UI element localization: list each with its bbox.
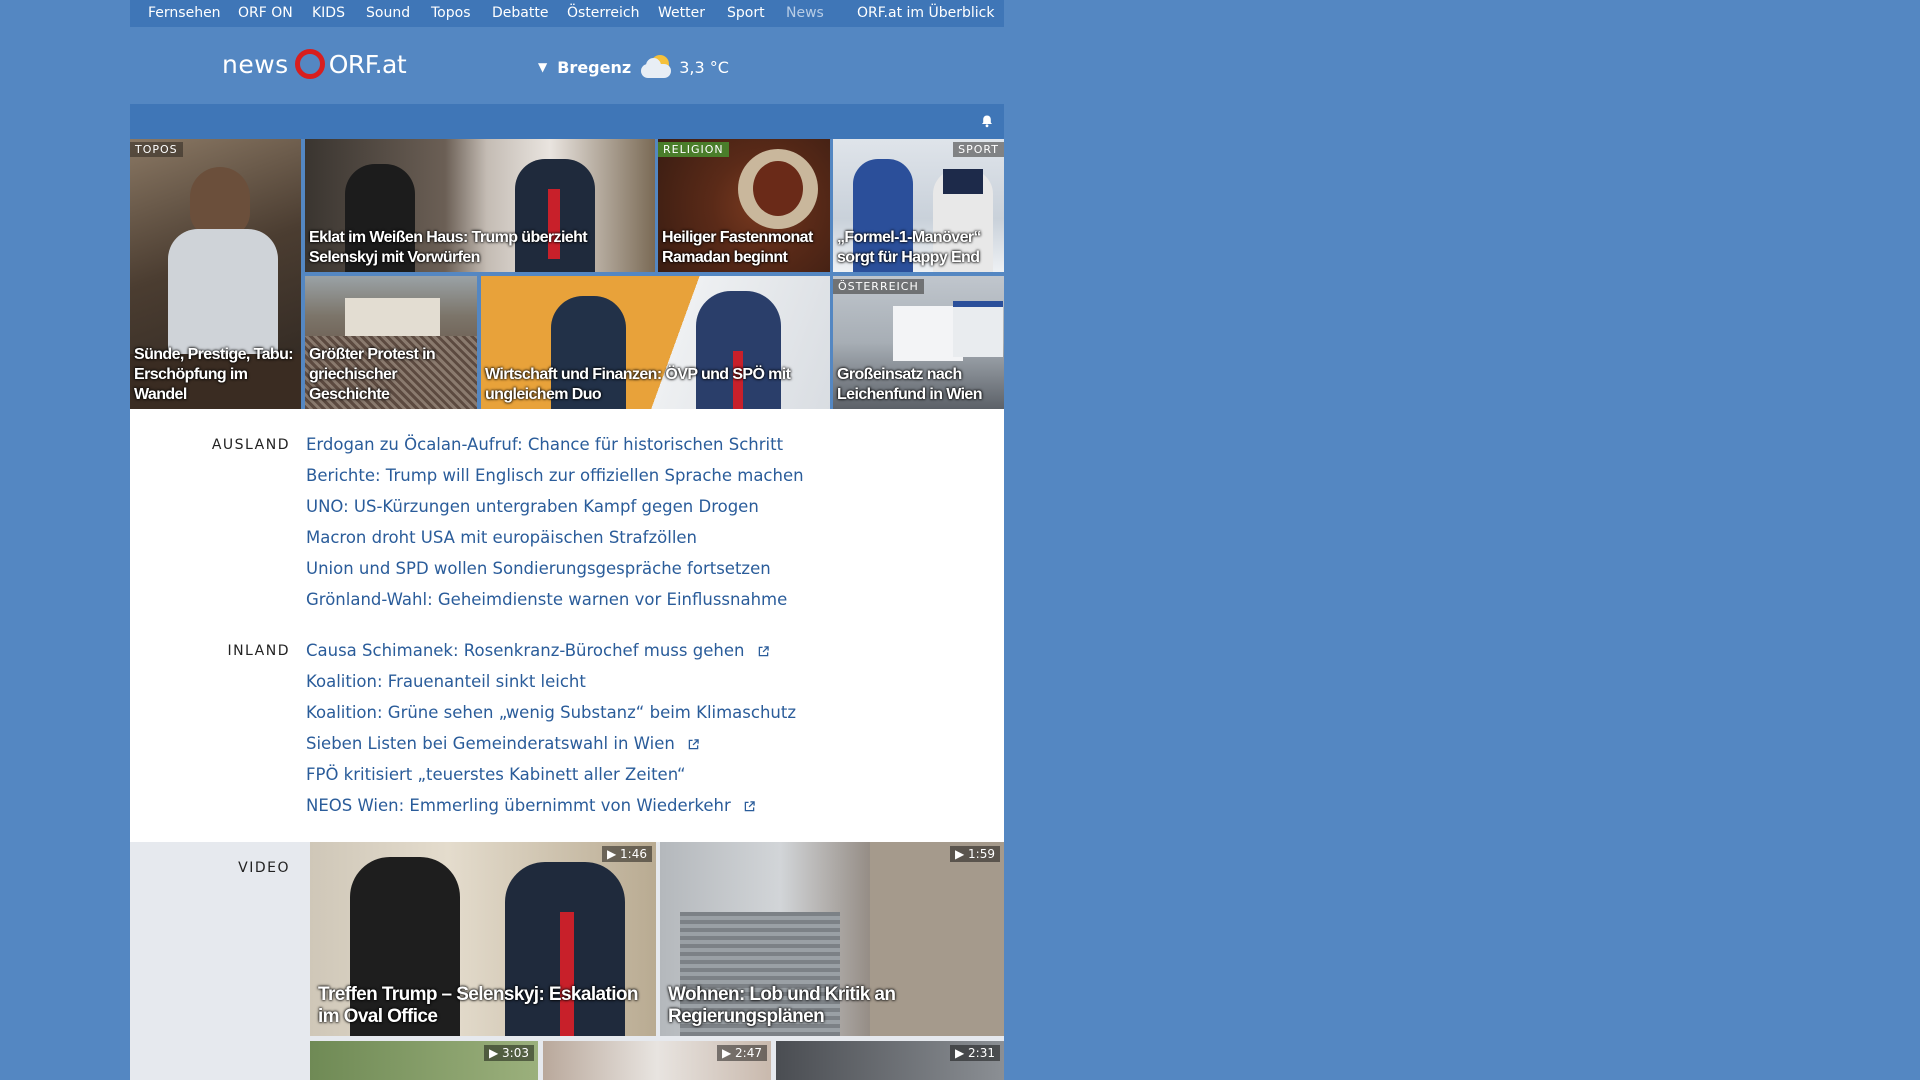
teaser-tag: ÖSTERREICH [833, 279, 924, 294]
headline-row: Causa Schimanek: Rosenkranz-Bürochef mus… [306, 641, 769, 660]
video-section: VIDEO ▶ 1:46 Treffen Trump – Selenskyj: … [130, 842, 1004, 1080]
logo-orf-text: ORF.at [328, 49, 407, 79]
teaser-weisses-haus[interactable]: Eklat im Weißen Haus: Trump überzieht Se… [305, 139, 655, 272]
headline-section: AUSLAND Erdogan zu Öcalan-Aufruf: Chance… [130, 409, 1004, 842]
headline-row: Sieben Listen bei Gemeinderatswahl in Wi… [306, 734, 699, 753]
video-thumbnail[interactable]: ▶ 2:31 [776, 1041, 1004, 1080]
video-duration: ▶ 3:03 [484, 1045, 534, 1061]
nav-sport[interactable]: Sport [727, 5, 765, 21]
video-thumbnail[interactable]: ▶ 2:47 [543, 1041, 771, 1080]
bell-icon[interactable] [980, 114, 994, 128]
nav-kids[interactable]: KIDS [312, 5, 345, 21]
video-duration: ▶ 1:59 [950, 846, 1000, 862]
section-label-inland: INLAND [227, 643, 290, 659]
external-link-icon [688, 739, 699, 750]
headline-row: NEOS Wien: Emmerling übernimmt von Wiede… [306, 796, 755, 815]
top-navigation: Fernsehen ORF ON KIDS Sound Topos Debatt… [130, 0, 1004, 27]
teaser-title: Eklat im Weißen Haus: Trump überzieht Se… [309, 229, 588, 266]
teaser-title: Großeinsatz nach Leichenfund in Wien [837, 366, 983, 403]
video-thumbnail[interactable]: ▶ 3:03 [310, 1041, 538, 1080]
headline-link[interactable]: Berichte: Trump will Englisch zur offizi… [306, 466, 804, 485]
teaser-tag: TOPOS [130, 142, 183, 157]
headline-link[interactable]: Sieben Listen bei Gemeinderatswahl in Wi… [306, 734, 675, 753]
dropdown-triangle-icon[interactable]: ▼ [538, 60, 547, 74]
nav-fernsehen[interactable]: Fernsehen [148, 5, 221, 21]
teaser-tag: RELIGION [658, 142, 729, 157]
video-title: Wohnen: Lob und Kritik an Regierungsplän… [668, 984, 896, 1027]
page: Fernsehen ORF ON KIDS Sound Topos Debatt… [130, 0, 1004, 1080]
teaser-title: Wirtschaft und Finanzen: ÖVP und SPÖ mit… [485, 366, 791, 403]
video-thumbnail[interactable]: ▶ 1:46 Treffen Trump – Selenskyj: Eskala… [310, 842, 656, 1036]
headline-link[interactable]: Causa Schimanek: Rosenkranz-Bürochef mus… [306, 641, 744, 660]
headline-link[interactable]: Macron droht USA mit europäischen Strafz… [306, 528, 697, 547]
weather-widget[interactable]: ▼ Bregenz 3,3 °C [538, 54, 729, 80]
headline-link[interactable]: Koalition: Grüne sehen „wenig Substanz“ … [306, 703, 796, 722]
site-header: news ORF.at ▼ Bregenz 3,3 °C [130, 27, 1004, 103]
nav-sound[interactable]: Sound [366, 5, 410, 21]
video-duration: ▶ 2:31 [950, 1045, 1000, 1061]
teaser-title: Größter Protest in griechischer Geschich… [309, 346, 436, 403]
teaser-topos[interactable]: TOPOS Sünde, Prestige, Tabu: Erschöpfung… [130, 139, 301, 409]
teaser-title: Sünde, Prestige, Tabu: Erschöpfung im Wa… [134, 346, 294, 403]
video-title: Treffen Trump – Selenskyj: Eskalation im… [318, 984, 639, 1027]
teaser-title: Heiliger Fastenmonat Ramadan beginnt [662, 229, 813, 266]
notification-bar [130, 104, 1004, 139]
nav-wetter[interactable]: Wetter [658, 5, 705, 21]
headline-link[interactable]: Koalition: Frauenanteil sinkt leicht [306, 672, 586, 691]
weather-city: Bregenz [557, 57, 632, 77]
headline-link[interactable]: UNO: US-Kürzungen untergraben Kampf gege… [306, 497, 759, 516]
external-link-icon [758, 646, 769, 657]
teaser-oesterreich[interactable]: ÖSTERREICH Großeinsatz nach Leichenfund … [833, 276, 1004, 409]
nav-topos[interactable]: Topos [431, 5, 470, 21]
nav-news[interactable]: News [786, 5, 824, 21]
video-duration: ▶ 2:47 [717, 1045, 767, 1061]
video-duration: ▶ 1:46 [602, 846, 652, 862]
weather-temperature: 3,3 °C [679, 57, 729, 77]
external-link-icon [744, 801, 755, 812]
logo-news-text: news [222, 49, 289, 79]
teaser-title: „Formel-1-Manöver“ sorgt für Happy End [837, 229, 982, 266]
teaser-religion[interactable]: RELIGION Heiliger Fastenmonat Ramadan be… [658, 139, 830, 272]
section-label-ausland: AUSLAND [211, 437, 290, 453]
teaser-wirtschaft[interactable]: Wirtschaft und Finanzen: ÖVP und SPÖ mit… [481, 276, 830, 409]
teaser-tag: SPORT [953, 142, 1004, 157]
video-thumbnail[interactable]: ▶ 1:59 Wohnen: Lob und Kritik an Regieru… [660, 842, 1004, 1036]
headline-link[interactable]: NEOS Wien: Emmerling übernimmt von Wiede… [306, 796, 731, 815]
partly-cloudy-icon [639, 54, 673, 80]
nav-debatte[interactable]: Debatte [492, 5, 548, 21]
headline-link[interactable]: FPÖ kritisiert „teuerstes Kabinett aller… [306, 765, 686, 784]
nav-orf-on[interactable]: ORF ON [238, 5, 293, 21]
headline-link[interactable]: Union und SPD wollen Sondierungsgespräch… [306, 559, 771, 578]
teaser-sport[interactable]: SPORT „Formel-1-Manöver“ sorgt für Happy… [833, 139, 1004, 272]
nav-orf-overview[interactable]: ORF.at im Überblick [857, 5, 994, 21]
nav-oesterreich[interactable]: Österreich [567, 5, 639, 21]
orf-ring-icon [294, 49, 325, 79]
teaser-protest[interactable]: Größter Protest in griechischer Geschich… [305, 276, 477, 409]
section-label-video: VIDEO [238, 860, 290, 876]
news-orf-logo[interactable]: news ORF.at [222, 49, 407, 79]
headline-link[interactable]: Grönland-Wahl: Geheimdienste warnen vor … [306, 590, 787, 609]
headline-link[interactable]: Erdogan zu Öcalan-Aufruf: Chance für his… [306, 435, 783, 454]
